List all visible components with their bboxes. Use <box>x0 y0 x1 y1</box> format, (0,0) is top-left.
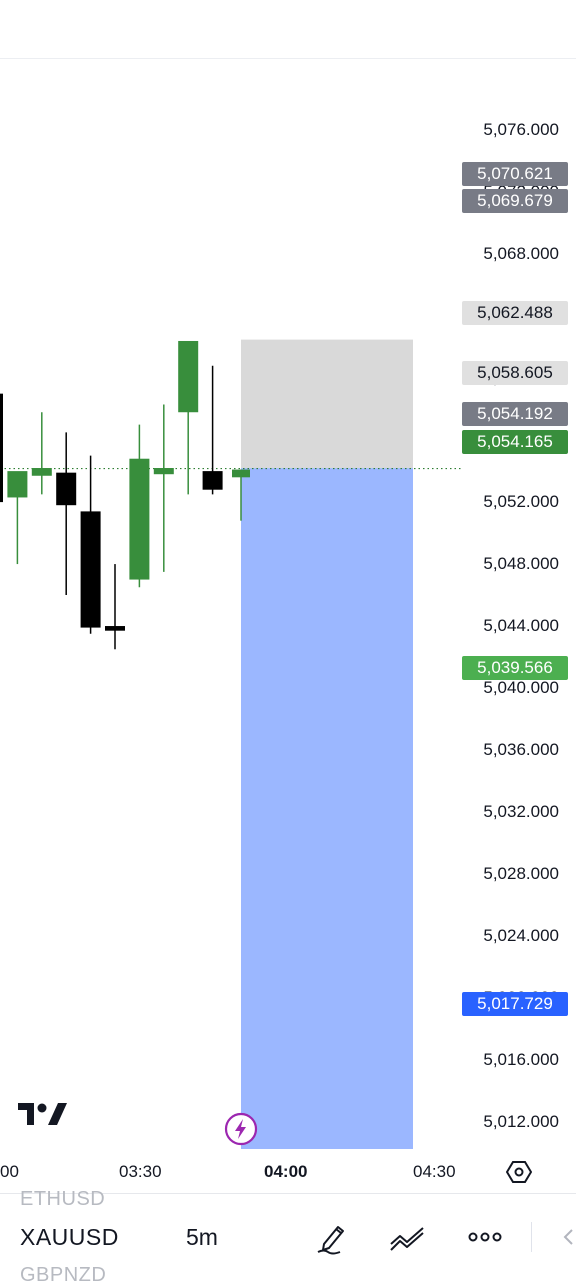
candle-body <box>105 626 125 631</box>
top-bar <box>0 0 576 59</box>
trend-line-icon[interactable] <box>389 1219 425 1255</box>
candle-body <box>80 511 101 628</box>
price-axis-label: 5,012.000 <box>483 1111 559 1131</box>
toolbar-divider <box>531 1222 532 1252</box>
time-axis[interactable]: 00 03:30 04:00 04:30 <box>0 1150 576 1192</box>
profit-zone <box>241 339 413 469</box>
target-price-tag: 5,062.488 <box>462 301 568 325</box>
settings-icon[interactable] <box>505 1159 533 1185</box>
time-label: 00 <box>0 1162 19 1181</box>
ask-price-tag: 5,070.621 <box>462 162 568 186</box>
candle-body <box>202 471 223 490</box>
price-axis-label: 5,024.000 <box>483 925 559 945</box>
price-axis-label: 5,068.000 <box>483 244 559 264</box>
chart-area[interactable]: 5,076.0005,072.0005,068.0005,064.0005,06… <box>0 59 576 1159</box>
price-axis-label: 5,016.000 <box>483 1049 559 1069</box>
time-label: 04:00 <box>264 1162 308 1181</box>
price-axis-label: 5,052.000 <box>483 492 559 512</box>
price-axis-label: 5,032.000 <box>483 801 559 821</box>
stop-level-tag: 5,039.566 <box>462 656 568 680</box>
candle-body <box>153 468 174 475</box>
candle-body <box>0 393 3 503</box>
target-level-tag: 5,058.605 <box>462 361 568 385</box>
candle-body <box>7 471 28 498</box>
price-axis-label: 5,040.000 <box>483 678 559 697</box>
bottom-toolbar: ETHUSD XAUUSD GBPNZD 5m <box>0 1188 576 1286</box>
time-label: 03:30 <box>119 1162 162 1181</box>
collapse-icon[interactable] <box>560 1227 576 1247</box>
bid-price-tag: 5,069.679 <box>462 189 568 213</box>
price-axis-label: 5,028.000 <box>483 863 559 883</box>
price-axis-label: 5,048.000 <box>483 554 559 574</box>
more-icon[interactable] <box>467 1219 503 1255</box>
price-axis-label: 5,044.000 <box>483 616 559 636</box>
symbol-button[interactable]: XAUUSD <box>20 1224 119 1251</box>
interval-button[interactable]: 5m <box>186 1224 218 1251</box>
stop-price-tag: 5,017.729 <box>462 992 568 1016</box>
candle-body <box>129 458 150 580</box>
prev-symbol[interactable]: ETHUSD <box>20 1188 105 1211</box>
price-axis-label: 5,076.000 <box>483 120 559 140</box>
price-axis-label: 5,036.000 <box>483 739 559 759</box>
candle-body <box>232 469 250 478</box>
next-symbol[interactable]: GBPNZD <box>20 1264 106 1287</box>
pencil-icon[interactable] <box>314 1219 350 1255</box>
candle-body <box>56 472 77 506</box>
candle-body <box>178 340 199 413</box>
loss-zone <box>241 468 413 1149</box>
entry-price-tag: 5,054.192 <box>462 402 568 426</box>
lightning-icon[interactable] <box>224 1112 258 1146</box>
time-label: 04:30 <box>413 1162 456 1181</box>
candle-body <box>31 468 52 476</box>
last-price-tag: 5,054.165 <box>462 430 568 454</box>
tradingview-logo <box>18 1101 68 1129</box>
